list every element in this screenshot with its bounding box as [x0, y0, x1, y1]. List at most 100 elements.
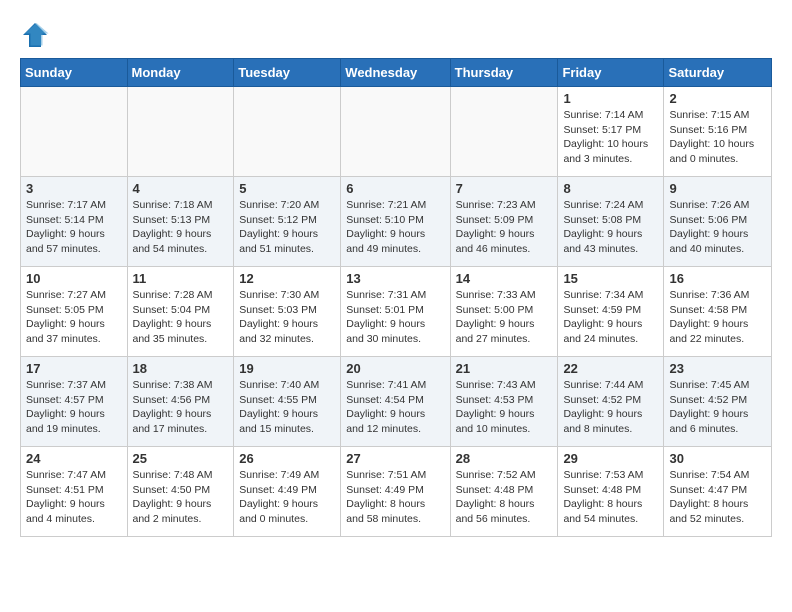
calendar-cell: 8 Sunrise: 7:24 AM Sunset: 5:08 PM Daylig…	[558, 177, 664, 267]
header-row	[20, 20, 772, 50]
day-number: 9	[669, 181, 766, 196]
day-number: 15	[563, 271, 658, 286]
calendar-week-5: 24 Sunrise: 7:47 AM Sunset: 4:51 PM Dayli…	[21, 447, 772, 537]
calendar-cell	[127, 87, 234, 177]
day-info: Sunrise: 7:31 AM Sunset: 5:01 PM Dayligh…	[346, 288, 444, 347]
calendar-cell	[341, 87, 450, 177]
day-info: Sunrise: 7:18 AM Sunset: 5:13 PM Dayligh…	[133, 198, 229, 257]
calendar-cell: 1 Sunrise: 7:14 AM Sunset: 5:17 PM Daylig…	[558, 87, 664, 177]
day-info: Sunrise: 7:28 AM Sunset: 5:04 PM Dayligh…	[133, 288, 229, 347]
calendar-cell: 11 Sunrise: 7:28 AM Sunset: 5:04 PM Dayli…	[127, 267, 234, 357]
day-number: 24	[26, 451, 122, 466]
day-number: 25	[133, 451, 229, 466]
day-info: Sunrise: 7:26 AM Sunset: 5:06 PM Dayligh…	[669, 198, 766, 257]
day-info: Sunrise: 7:43 AM Sunset: 4:53 PM Dayligh…	[456, 378, 553, 437]
weekday-header-saturday: Saturday	[664, 59, 772, 87]
calendar-cell: 22 Sunrise: 7:44 AM Sunset: 4:52 PM Dayli…	[558, 357, 664, 447]
calendar-table: SundayMondayTuesdayWednesdayThursdayFrid…	[20, 58, 772, 537]
weekday-header-thursday: Thursday	[450, 59, 558, 87]
calendar-week-2: 3Sunrise: 7:17 AM Sunset: 5:14 PM Daylig…	[21, 177, 772, 267]
day-number: 5	[239, 181, 335, 196]
calendar-cell: 18Sunrise: 7:38 AM Sunset: 4:56 PM Dayli…	[127, 357, 234, 447]
day-info: Sunrise: 7:30 AM Sunset: 5:03 PM Dayligh…	[239, 288, 335, 347]
calendar-cell	[234, 87, 341, 177]
calendar-cell: 5Sunrise: 7:20 AM Sunset: 5:12 PM Daylig…	[234, 177, 341, 267]
calendar-cell: 20 Sunrise: 7:41 AM Sunset: 4:54 PM Dayli…	[341, 357, 450, 447]
day-number: 14	[456, 271, 553, 286]
calendar-cell: 19 Sunrise: 7:40 AM Sunset: 4:55 PM Dayli…	[234, 357, 341, 447]
day-number: 27	[346, 451, 444, 466]
day-info: Sunrise: 7:24 AM Sunset: 5:08 PM Dayligh…	[563, 198, 658, 257]
day-info: Sunrise: 7:54 AM Sunset: 4:47 PM Dayligh…	[669, 468, 766, 527]
day-number: 28	[456, 451, 553, 466]
day-number: 20	[346, 361, 444, 376]
calendar-cell: 14 Sunrise: 7:33 AM Sunset: 5:00 PM Dayli…	[450, 267, 558, 357]
day-number: 26	[239, 451, 335, 466]
day-number: 6	[346, 181, 444, 196]
day-info: Sunrise: 7:48 AM Sunset: 4:50 PM Dayligh…	[133, 468, 229, 527]
calendar-cell: 15 Sunrise: 7:34 AM Sunset: 4:59 PM Dayli…	[558, 267, 664, 357]
calendar-cell: 2Sunrise: 7:15 AM Sunset: 5:16 PM Daylig…	[664, 87, 772, 177]
day-info: Sunrise: 7:36 AM Sunset: 4:58 PM Dayligh…	[669, 288, 766, 347]
day-number: 29	[563, 451, 658, 466]
calendar-cell	[450, 87, 558, 177]
calendar-week-1: 1 Sunrise: 7:14 AM Sunset: 5:17 PM Daylig…	[21, 87, 772, 177]
day-info: Sunrise: 7:37 AM Sunset: 4:57 PM Dayligh…	[26, 378, 122, 437]
day-info: Sunrise: 7:23 AM Sunset: 5:09 PM Dayligh…	[456, 198, 553, 257]
day-number: 19	[239, 361, 335, 376]
weekday-header-sunday: Sunday	[21, 59, 128, 87]
day-number: 1	[563, 91, 658, 106]
calendar-cell: 9 Sunrise: 7:26 AM Sunset: 5:06 PM Daylig…	[664, 177, 772, 267]
day-info: Sunrise: 7:44 AM Sunset: 4:52 PM Dayligh…	[563, 378, 658, 437]
calendar-cell: 6 Sunrise: 7:21 AM Sunset: 5:10 PM Daylig…	[341, 177, 450, 267]
logo-icon	[20, 20, 50, 50]
calendar-cell: 21 Sunrise: 7:43 AM Sunset: 4:53 PM Dayli…	[450, 357, 558, 447]
day-info: Sunrise: 7:17 AM Sunset: 5:14 PM Dayligh…	[26, 198, 122, 257]
calendar-week-4: 17 Sunrise: 7:37 AM Sunset: 4:57 PM Dayli…	[21, 357, 772, 447]
calendar-cell: 25 Sunrise: 7:48 AM Sunset: 4:50 PM Dayli…	[127, 447, 234, 537]
weekday-header-monday: Monday	[127, 59, 234, 87]
calendar-cell: 23Sunrise: 7:45 AM Sunset: 4:52 PM Dayli…	[664, 357, 772, 447]
day-info: Sunrise: 7:33 AM Sunset: 5:00 PM Dayligh…	[456, 288, 553, 347]
calendar-cell: 24 Sunrise: 7:47 AM Sunset: 4:51 PM Dayli…	[21, 447, 128, 537]
day-number: 16	[669, 271, 766, 286]
calendar-cell: 30 Sunrise: 7:54 AM Sunset: 4:47 PM Dayli…	[664, 447, 772, 537]
day-info: Sunrise: 7:21 AM Sunset: 5:10 PM Dayligh…	[346, 198, 444, 257]
calendar-cell: 12 Sunrise: 7:30 AM Sunset: 5:03 PM Dayli…	[234, 267, 341, 357]
day-info: Sunrise: 7:34 AM Sunset: 4:59 PM Dayligh…	[563, 288, 658, 347]
weekday-header-wednesday: Wednesday	[341, 59, 450, 87]
day-number: 13	[346, 271, 444, 286]
calendar-cell: 10 Sunrise: 7:27 AM Sunset: 5:05 PM Dayli…	[21, 267, 128, 357]
weekday-header-row: SundayMondayTuesdayWednesdayThursdayFrid…	[21, 59, 772, 87]
calendar-cell: 28 Sunrise: 7:52 AM Sunset: 4:48 PM Dayli…	[450, 447, 558, 537]
day-number: 10	[26, 271, 122, 286]
day-number: 22	[563, 361, 658, 376]
day-info: Sunrise: 7:14 AM Sunset: 5:17 PM Dayligh…	[563, 108, 658, 167]
day-number: 30	[669, 451, 766, 466]
calendar-cell: 7 Sunrise: 7:23 AM Sunset: 5:09 PM Daylig…	[450, 177, 558, 267]
day-number: 21	[456, 361, 553, 376]
day-info: Sunrise: 7:51 AM Sunset: 4:49 PM Dayligh…	[346, 468, 444, 527]
day-number: 23	[669, 361, 766, 376]
day-number: 12	[239, 271, 335, 286]
day-number: 2	[669, 91, 766, 106]
weekday-header-tuesday: Tuesday	[234, 59, 341, 87]
calendar-cell	[21, 87, 128, 177]
day-number: 7	[456, 181, 553, 196]
day-info: Sunrise: 7:27 AM Sunset: 5:05 PM Dayligh…	[26, 288, 122, 347]
calendar-week-3: 10 Sunrise: 7:27 AM Sunset: 5:05 PM Dayli…	[21, 267, 772, 357]
page-container: SundayMondayTuesdayWednesdayThursdayFrid…	[0, 0, 792, 547]
day-info: Sunrise: 7:49 AM Sunset: 4:49 PM Dayligh…	[239, 468, 335, 527]
day-info: Sunrise: 7:52 AM Sunset: 4:48 PM Dayligh…	[456, 468, 553, 527]
weekday-header-friday: Friday	[558, 59, 664, 87]
calendar-cell: 4 Sunrise: 7:18 AM Sunset: 5:13 PM Daylig…	[127, 177, 234, 267]
calendar-cell: 16 Sunrise: 7:36 AM Sunset: 4:58 PM Dayli…	[664, 267, 772, 357]
day-info: Sunrise: 7:41 AM Sunset: 4:54 PM Dayligh…	[346, 378, 444, 437]
calendar-cell: 3Sunrise: 7:17 AM Sunset: 5:14 PM Daylig…	[21, 177, 128, 267]
day-number: 4	[133, 181, 229, 196]
day-number: 17	[26, 361, 122, 376]
day-info: Sunrise: 7:47 AM Sunset: 4:51 PM Dayligh…	[26, 468, 122, 527]
day-number: 11	[133, 271, 229, 286]
day-number: 8	[563, 181, 658, 196]
day-info: Sunrise: 7:40 AM Sunset: 4:55 PM Dayligh…	[239, 378, 335, 437]
